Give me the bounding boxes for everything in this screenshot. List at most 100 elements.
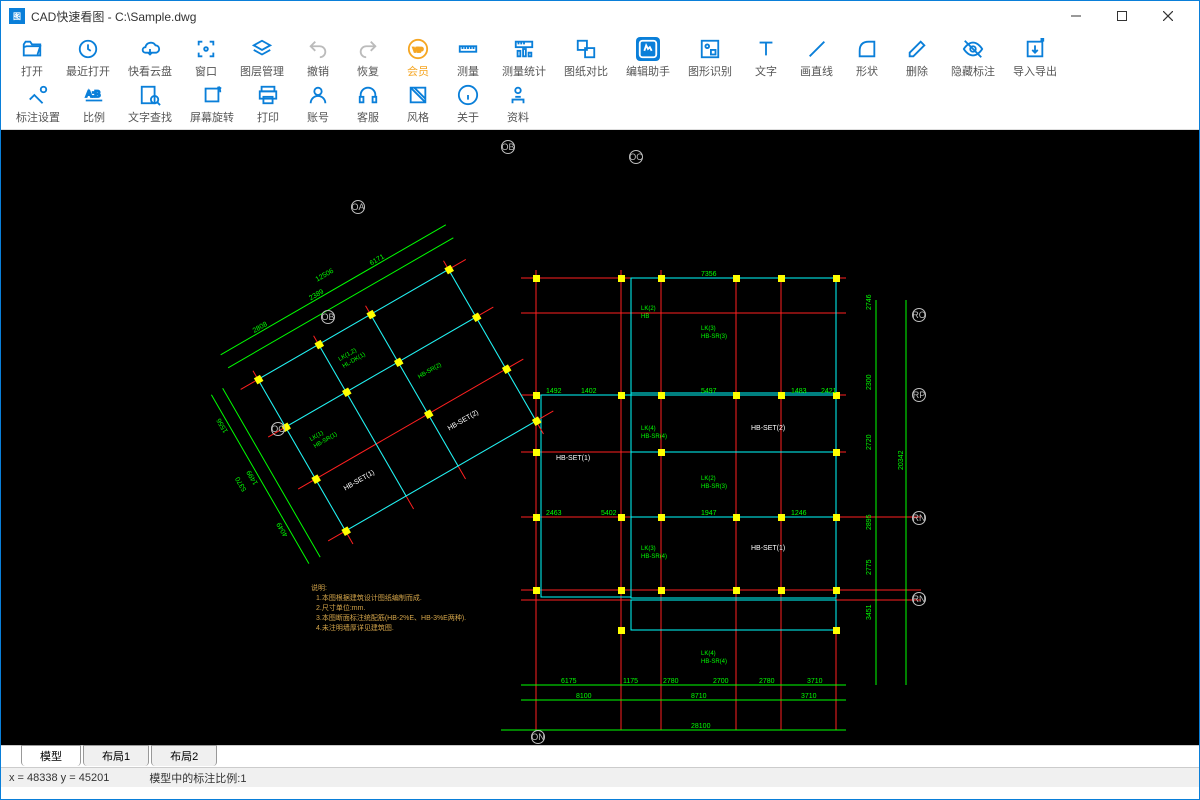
- svg-text:2421: 2421: [821, 388, 837, 395]
- eye-off-icon: [961, 37, 985, 61]
- import-export-icon: [1023, 37, 1047, 61]
- headset-icon: [356, 83, 380, 107]
- rotate-icon: [200, 83, 224, 107]
- cad-canvas[interactable]: 2808 2389 6171 12506 1556 1499 4049 5370…: [1, 130, 1199, 745]
- svg-text:LK(4): LK(4): [701, 651, 716, 657]
- compare-button[interactable]: 图纸对比: [556, 35, 616, 81]
- grid-label: OB: [501, 140, 515, 154]
- svg-text:2895: 2895: [866, 514, 873, 530]
- open-button[interactable]: 打开: [8, 35, 56, 81]
- stats-icon: [512, 37, 536, 61]
- statusbar: x = 48338 y = 45201 模型中的标注比例:1: [1, 767, 1199, 787]
- annot-settings-icon: [26, 83, 50, 107]
- close-button[interactable]: [1145, 1, 1191, 31]
- scale-button[interactable]: A:B比例: [70, 81, 118, 127]
- docs-button[interactable]: 资料: [494, 81, 542, 127]
- svg-text:3710: 3710: [801, 693, 817, 700]
- grid-label: ON: [531, 730, 545, 744]
- hide-annot-button[interactable]: 隐藏标注: [943, 35, 1003, 81]
- measure-stats-button[interactable]: 测量统计: [494, 35, 554, 81]
- line-button[interactable]: 画直线: [792, 35, 841, 81]
- svg-text:1175: 1175: [623, 678, 638, 685]
- svg-text:LK(3): LK(3): [641, 546, 656, 552]
- undo-button[interactable]: 撤销: [294, 35, 342, 81]
- layer-button[interactable]: 图层管理: [232, 35, 292, 81]
- svg-text:HB-SET(2): HB-SET(2): [751, 425, 785, 432]
- svg-text:4049: 4049: [276, 521, 290, 538]
- svg-text:3451: 3451: [866, 604, 873, 620]
- svg-text:1402: 1402: [581, 388, 597, 395]
- recognition-icon: [698, 37, 722, 61]
- shape-rec-button[interactable]: 图形识别: [680, 35, 740, 81]
- status-coords: x = 48338 y = 45201: [9, 772, 109, 784]
- svg-text:1246: 1246: [791, 510, 807, 517]
- text-button[interactable]: 文字: [742, 35, 790, 81]
- print-button[interactable]: 打印: [244, 81, 292, 127]
- layout-tabs: 模型 布局1 布局2: [1, 745, 1199, 767]
- svg-text:6175: 6175: [561, 678, 577, 685]
- svg-text:1499: 1499: [246, 469, 260, 486]
- undo-icon: [306, 37, 330, 61]
- window-button[interactable]: 窗口: [182, 35, 230, 81]
- svg-text:2720: 2720: [866, 434, 873, 450]
- line-icon: [805, 37, 829, 61]
- rotate-button[interactable]: 屏幕旋转: [182, 81, 242, 127]
- svg-text:2300: 2300: [866, 374, 873, 390]
- minimize-button[interactable]: [1053, 1, 1099, 31]
- svg-text:2.尺寸单位:mm.: 2.尺寸单位:mm.: [316, 603, 365, 612]
- cloud-icon: [138, 37, 162, 61]
- svg-text:HB-SR(4): HB-SR(4): [641, 434, 667, 440]
- svg-text:1556: 1556: [216, 417, 230, 434]
- annot-settings-button[interactable]: 标注设置: [8, 81, 68, 127]
- style-button[interactable]: 风格: [394, 81, 442, 127]
- svg-text:12506: 12506: [315, 268, 335, 284]
- svg-text:4.未注明墙厚详见建筑图.: 4.未注明墙厚详见建筑图.: [316, 623, 394, 632]
- vip-button[interactable]: VIP会员: [394, 35, 442, 81]
- svg-text:VIP: VIP: [413, 47, 424, 54]
- info-icon: [456, 83, 480, 107]
- svg-text:5402: 5402: [601, 510, 617, 517]
- svg-text:HB-SR(2): HB-SR(2): [417, 362, 443, 380]
- text-search-icon: [138, 83, 162, 107]
- svg-text:LK(4): LK(4): [641, 426, 656, 432]
- svg-text:HB-SET(2): HB-SET(2): [447, 409, 480, 432]
- svg-text:7356: 7356: [701, 271, 717, 278]
- account-button[interactable]: 账号: [294, 81, 342, 127]
- window-title: CAD快速看图 - C:\Sample.dwg: [31, 8, 196, 25]
- service-button[interactable]: 客服: [344, 81, 392, 127]
- svg-text:HB-SET(1): HB-SET(1): [751, 545, 785, 552]
- shape-button[interactable]: 形状: [843, 35, 891, 81]
- svg-text:3710: 3710: [807, 678, 823, 685]
- compare-icon: [574, 37, 598, 61]
- print-icon: [256, 83, 280, 107]
- cad-drawing: 2808 2389 6171 12506 1556 1499 4049 5370…: [1, 130, 1199, 745]
- redo-button[interactable]: 恢复: [344, 35, 392, 81]
- delete-button[interactable]: 删除: [893, 35, 941, 81]
- text-search-button[interactable]: 文字查找: [120, 81, 180, 127]
- layers-icon: [250, 37, 274, 61]
- svg-text:2780: 2780: [759, 678, 775, 685]
- svg-text:1947: 1947: [701, 510, 717, 517]
- ruler-icon: [456, 37, 480, 61]
- svg-text:8100: 8100: [576, 693, 592, 700]
- maximize-button[interactable]: [1099, 1, 1145, 31]
- svg-text:2700: 2700: [713, 678, 729, 685]
- scale-icon: A:B: [82, 83, 106, 107]
- about-button[interactable]: 关于: [444, 81, 492, 127]
- import-export-button[interactable]: 导入导出: [1005, 35, 1065, 81]
- cloud-button[interactable]: 快看云盘: [120, 35, 180, 81]
- measure-button[interactable]: 测量: [444, 35, 492, 81]
- redo-icon: [356, 37, 380, 61]
- shape-icon: [855, 37, 879, 61]
- tab-layout2[interactable]: 布局2: [151, 745, 217, 766]
- svg-text:HB-SR(3): HB-SR(3): [701, 334, 727, 340]
- text-icon: [754, 37, 778, 61]
- recent-button[interactable]: 最近打开: [58, 35, 118, 81]
- svg-text:1492: 1492: [546, 388, 562, 395]
- tab-layout1[interactable]: 布局1: [83, 745, 149, 766]
- svg-text:HB-SET(1): HB-SET(1): [343, 469, 376, 492]
- svg-text:8710: 8710: [691, 693, 707, 700]
- tab-model[interactable]: 模型: [21, 745, 81, 766]
- svg-text:HB-SET(1): HB-SET(1): [556, 455, 590, 462]
- edit-helper-button[interactable]: 编辑助手: [618, 35, 678, 81]
